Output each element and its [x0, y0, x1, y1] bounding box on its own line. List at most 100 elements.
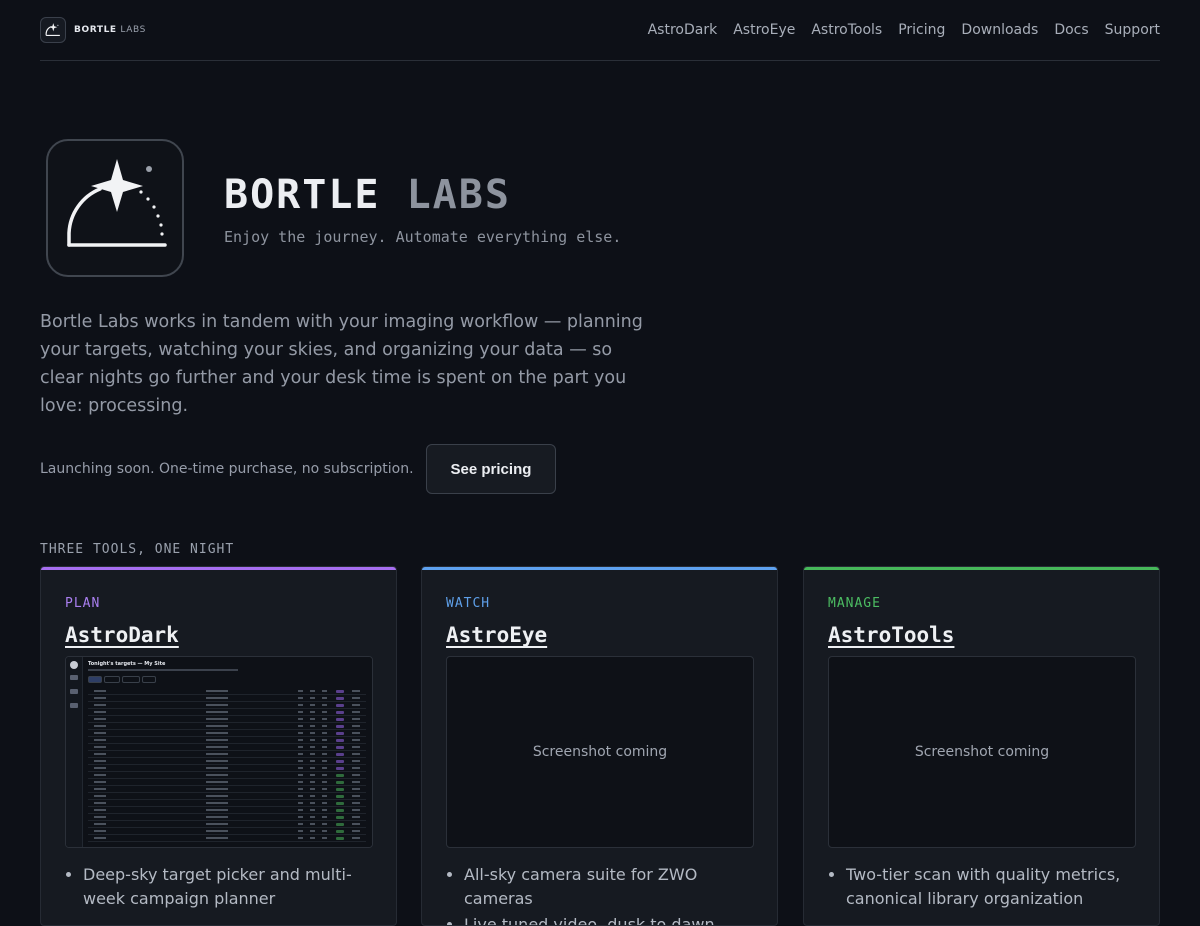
mini-table-row: [88, 701, 366, 702]
mini-table-row: [88, 792, 366, 793]
mini-table-row: [88, 708, 366, 709]
mini-status-tag: [336, 823, 344, 826]
hero-tagline: Enjoy the journey. Automate everything e…: [224, 228, 622, 246]
mini-status-tag: [336, 816, 344, 819]
feature-item: All-sky camera suite for ZWO cameras: [464, 863, 764, 911]
mini-table-cell: [310, 732, 315, 734]
hero-title: BORTLE LABS: [224, 172, 511, 218]
nav-astroeye[interactable]: AstroEye: [733, 22, 795, 38]
mini-status-tag: [336, 690, 344, 693]
card-accent: [422, 567, 777, 570]
mini-table-cell: [94, 718, 106, 720]
mini-table-cell: [298, 732, 303, 734]
card-title-link[interactable]: AstroDark: [65, 623, 179, 647]
mini-table-row: [88, 694, 366, 695]
mini-table-cell: [298, 816, 303, 818]
see-pricing-button[interactable]: See pricing: [425, 444, 557, 494]
card-title-link[interactable]: AstroTools: [828, 623, 954, 647]
mini-table-cell: [94, 781, 106, 783]
nav-support[interactable]: Support: [1105, 22, 1160, 38]
mini-status-tag: [336, 753, 344, 756]
nav-pricing[interactable]: Pricing: [898, 22, 945, 38]
mini-table-cell: [298, 781, 303, 783]
mini-table-cell: [310, 774, 315, 776]
feature-list: Two-tier scan with quality metrics, cano…: [828, 863, 1146, 913]
mini-table-cell: [206, 690, 228, 692]
mini-table-cell: [310, 718, 315, 720]
mini-table-cell: [322, 732, 327, 734]
mini-table-cell: [352, 704, 360, 706]
mini-table-cell: [352, 774, 360, 776]
nav-astrotools[interactable]: AstroTools: [811, 22, 882, 38]
card-accent: [41, 567, 396, 570]
mini-table-cell: [322, 788, 327, 790]
mini-table-cell: [94, 760, 106, 762]
brand[interactable]: BORTLE LABS: [40, 17, 146, 43]
screenshot-placeholder-text: Screenshot coming: [914, 744, 1050, 760]
mini-table-cell: [298, 711, 303, 713]
nav-downloads[interactable]: Downloads: [961, 22, 1038, 38]
feature-item: Deep-sky target picker and multi-week ca…: [83, 863, 383, 911]
mini-table-cell: [322, 830, 327, 832]
mini-table-cell: [94, 823, 106, 825]
mini-table-cell: [310, 781, 315, 783]
mini-table-cell: [206, 739, 228, 741]
mini-table-cell: [322, 739, 327, 741]
nav-docs[interactable]: Docs: [1054, 22, 1088, 38]
mini-table-cell: [322, 795, 327, 797]
page: BORTLE LABS AstroDark AstroEye AstroTool…: [0, 0, 1200, 926]
mini-table-row: [88, 799, 366, 800]
mini-status-tag: [336, 725, 344, 728]
mini-table-cell: [206, 711, 228, 713]
card-title-link[interactable]: AstroEye: [446, 623, 547, 647]
bortle-logo-icon: [40, 17, 66, 43]
mini-table-cell: [298, 837, 303, 839]
mini-status-tag: [336, 739, 344, 742]
mini-status-tag: [336, 767, 344, 770]
launch-note: Launching soon. One-time purchase, no su…: [40, 461, 414, 477]
screenshot-placeholder: Screenshot coming: [446, 656, 754, 848]
screenshot-placeholder-text: Screenshot coming: [532, 744, 668, 760]
card-accent: [804, 567, 1159, 570]
brand-name-strong: BORTLE: [74, 25, 117, 35]
mini-sidebar: [66, 657, 83, 847]
mini-table-cell: [298, 718, 303, 720]
mini-table-cell: [298, 830, 303, 832]
mini-table-cell: [322, 690, 327, 692]
mini-table-cell: [94, 816, 106, 818]
mini-table-cell: [298, 767, 303, 769]
nav-astrodark[interactable]: AstroDark: [648, 22, 718, 38]
mini-table-cell: [352, 788, 360, 790]
mini-status-tag: [336, 788, 344, 791]
intro-paragraph: Bortle Labs works in tandem with your im…: [40, 312, 643, 416]
mini-table-cell: [352, 795, 360, 797]
mini-chip: [104, 676, 120, 683]
mini-table-cell: [352, 809, 360, 811]
hero-title-strong: BORTLE: [224, 172, 381, 218]
mini-table-cell: [322, 746, 327, 748]
mini-table-cell: [352, 718, 360, 720]
mini-table-cell: [298, 795, 303, 797]
mini-table-cell: [206, 746, 228, 748]
screenshot-placeholder: Screenshot coming: [828, 656, 1136, 848]
mini-table-cell: [310, 725, 315, 727]
mini-table-cell: [298, 760, 303, 762]
mini-table-row: [88, 827, 366, 828]
mini-table-cell: [298, 697, 303, 699]
mini-table-row: [88, 841, 366, 842]
card-category: MANAGE: [828, 596, 881, 611]
mini-table-cell: [206, 753, 228, 755]
mini-table-cell: [322, 718, 327, 720]
mini-moon-icon: [70, 661, 78, 669]
mini-table-cell: [322, 704, 327, 706]
mini-table-cell: [206, 767, 228, 769]
mini-table-cell: [352, 732, 360, 734]
mini-table-cell: [352, 753, 360, 755]
mini-table-row: [88, 715, 366, 716]
mini-table-cell: [206, 725, 228, 727]
card-category: WATCH: [446, 596, 491, 611]
product-card-astroeye: WATCH AstroEye Screenshot coming All-sky…: [421, 566, 778, 926]
mini-table-cell: [94, 830, 106, 832]
mini-status-tag: [336, 711, 344, 714]
mini-table-cell: [206, 732, 228, 734]
